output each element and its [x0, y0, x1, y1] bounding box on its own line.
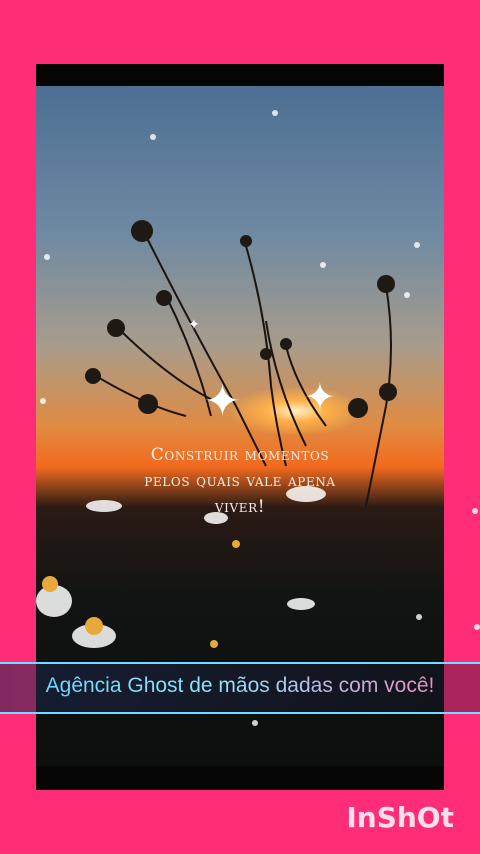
quote-line: Construir momentos [150, 445, 330, 465]
sparkle-dot [474, 624, 480, 630]
sparkle-dot [272, 110, 278, 116]
quote-text: Construir momentos pelos quais vale apen… [36, 442, 444, 520]
sparkle-icon: ✦ [188, 317, 200, 333]
sparkle-dot [150, 134, 156, 140]
sparkle-dot [472, 508, 478, 514]
banner-caption: Agência Ghost de mãos dadas com você! [0, 674, 480, 698]
quote-line: pelos quais vale apena [144, 471, 336, 491]
sparkle-dot [414, 242, 420, 248]
sparkle-dot [416, 614, 422, 620]
sparkle-dot [320, 262, 326, 268]
quote-line: viver! [214, 497, 266, 517]
sparkle-dot [404, 292, 410, 298]
sparkle-dot [44, 254, 50, 260]
caption-banner: Agência Ghost de mãos dadas com você! [0, 662, 480, 714]
sparkle-dot [252, 720, 258, 726]
inshot-watermark: InShOt [346, 801, 454, 834]
sparkle-icon: ✦ [304, 375, 336, 419]
sparkle-dot [40, 398, 46, 404]
sparkle-icon: ✦ [204, 376, 241, 427]
